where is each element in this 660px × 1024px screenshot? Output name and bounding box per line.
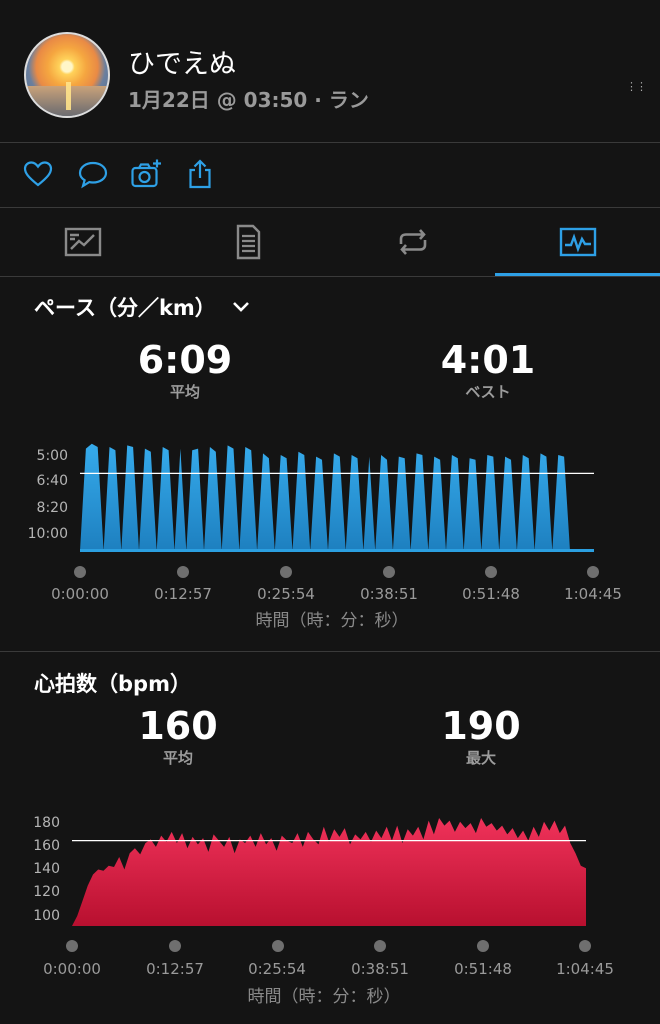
pace-baseline <box>80 549 594 552</box>
pace-y-tick: 5:00 <box>36 448 68 464</box>
comment-button[interactable] <box>77 158 109 190</box>
x-axis-marker <box>177 566 189 578</box>
x-axis-marker <box>579 940 591 952</box>
divider <box>0 651 660 652</box>
avatar[interactable] <box>24 32 110 118</box>
hr-x-tick: 1:04:45 <box>556 960 614 978</box>
pace-average-value: 6:09 <box>137 338 233 382</box>
pace-title-text: ペース（分／km） <box>34 296 216 320</box>
pace-average-label: 平均 <box>169 383 200 401</box>
camera-add-icon <box>131 159 161 188</box>
pace-x-axis-label: 時間（時：分：秒） <box>255 611 409 631</box>
pace-x-tick: 0:51:48 <box>462 585 520 603</box>
pace-y-tick: 8:20 <box>36 500 68 516</box>
hr-average-label: 平均 <box>162 749 193 767</box>
hr-average-value: 160 <box>138 704 218 748</box>
x-axis-marker <box>587 566 599 578</box>
pace-best-label: ベスト <box>465 383 511 401</box>
pace-x-tick: 0:00:00 <box>51 585 109 603</box>
pace-area <box>80 443 570 552</box>
hr-max-value: 190 <box>441 704 521 748</box>
x-axis-marker <box>383 566 395 578</box>
hr-y-tick: 120 <box>33 884 60 900</box>
pace-x-tick: 1:04:45 <box>564 585 622 603</box>
x-axis-marker <box>169 940 181 952</box>
user-name[interactable]: ひでえぬ <box>128 42 236 81</box>
hr-x-tick: 0:25:54 <box>248 960 306 978</box>
heart-icon <box>23 161 53 187</box>
pace-y-tick: 6:40 <box>36 473 68 489</box>
pace-chart[interactable] <box>80 438 594 552</box>
activity-chart-icon <box>559 227 596 257</box>
pace-y-tick: 10:00 <box>27 526 68 542</box>
heart-rate-area <box>72 818 586 926</box>
chevron-down-icon[interactable] <box>231 297 251 317</box>
like-button[interactable] <box>22 158 54 190</box>
divider <box>0 142 660 143</box>
x-axis-marker <box>477 940 489 952</box>
divider <box>0 276 660 277</box>
x-axis-marker <box>66 940 78 952</box>
hr-y-tick: 160 <box>33 838 60 854</box>
share-button[interactable] <box>184 158 216 190</box>
heart-rate-section-title: 心拍数（bpm） <box>34 672 191 696</box>
hr-x-tick: 0:00:00 <box>43 960 101 978</box>
activity-meta: 1月22日 @ 03:50 · ラン <box>128 88 369 112</box>
hr-x-axis-label: 時間（時：分：秒） <box>247 987 401 1007</box>
more-menu-icon[interactable]: ⋮⋮ <box>626 80 647 93</box>
tab-details[interactable] <box>165 208 330 276</box>
document-list-icon <box>236 224 260 260</box>
pace-x-tick: 0:38:51 <box>360 585 418 603</box>
heart-rate-chart[interactable] <box>72 808 586 926</box>
x-axis-marker <box>280 566 292 578</box>
share-icon <box>189 159 211 189</box>
hr-y-tick: 180 <box>33 815 60 831</box>
tab-charts[interactable] <box>495 208 660 276</box>
hr-y-tick: 100 <box>33 908 60 924</box>
pace-section-title[interactable]: ペース（分／km） <box>34 292 251 322</box>
hr-y-tick: 140 <box>33 861 60 877</box>
x-axis-marker <box>74 566 86 578</box>
hr-x-tick: 0:12:57 <box>146 960 204 978</box>
comment-icon <box>78 161 108 189</box>
tab-laps[interactable] <box>330 208 495 276</box>
pace-x-tick: 0:12:57 <box>154 585 212 603</box>
x-axis-marker <box>374 940 386 952</box>
x-axis-marker <box>485 566 497 578</box>
add-photo-button[interactable] <box>130 158 162 190</box>
pace-best-value: 4:01 <box>440 338 536 382</box>
hr-x-tick: 0:38:51 <box>351 960 409 978</box>
loop-arrows-icon <box>399 229 426 255</box>
hr-x-tick: 0:51:48 <box>454 960 512 978</box>
map-summary-icon <box>64 227 101 257</box>
active-tab-indicator <box>495 273 660 276</box>
hr-max-label: 最大 <box>465 749 496 767</box>
tab-overview[interactable] <box>0 208 165 276</box>
pace-x-tick: 0:25:54 <box>257 585 315 603</box>
x-axis-marker <box>272 940 284 952</box>
